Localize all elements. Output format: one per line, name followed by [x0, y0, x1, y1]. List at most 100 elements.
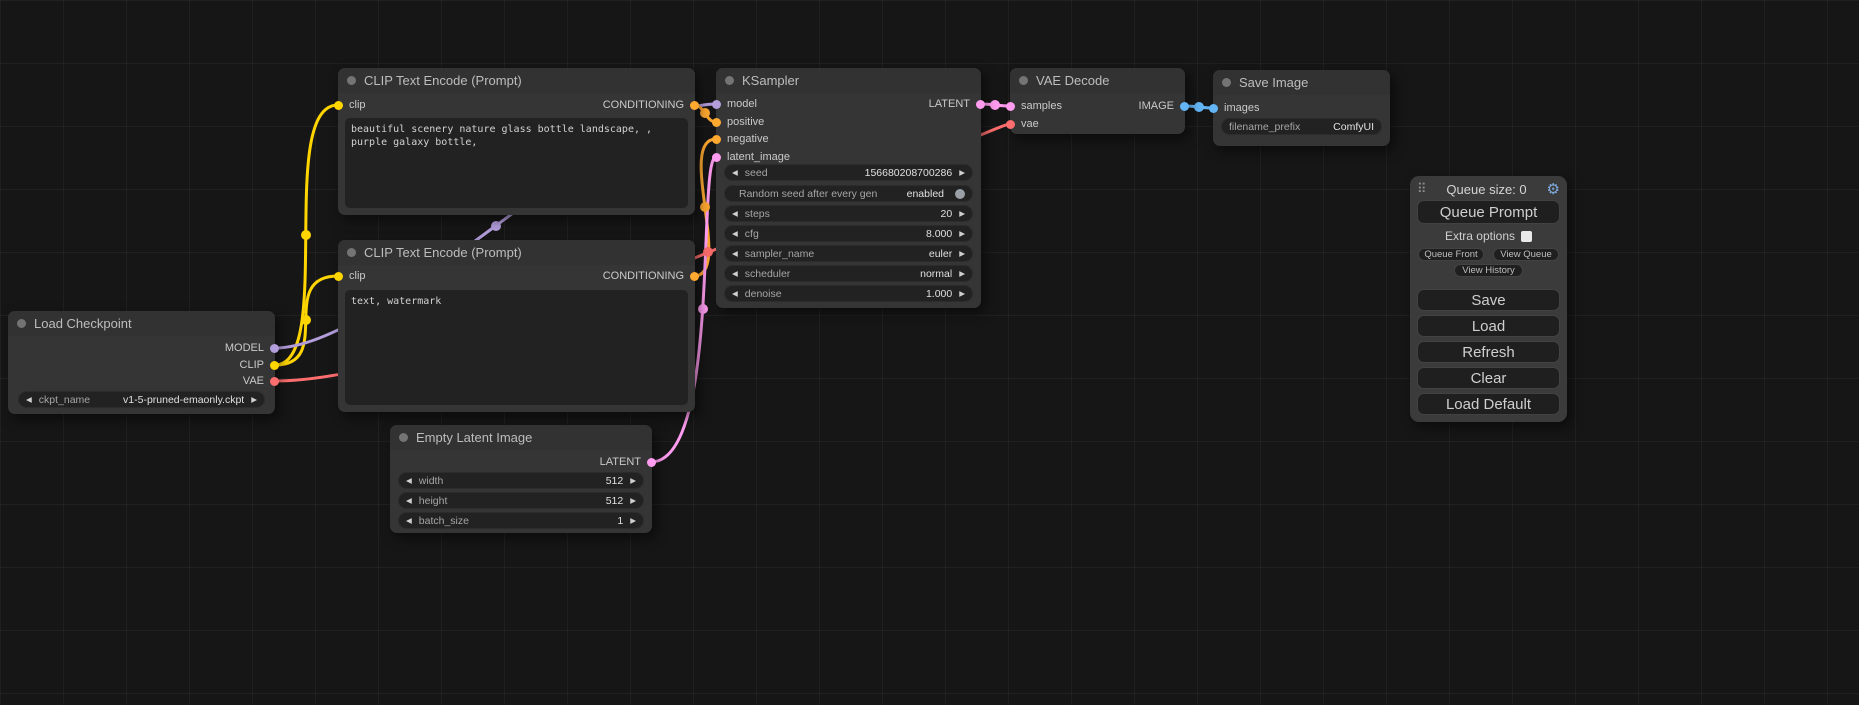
slot-dot-model[interactable] — [712, 100, 721, 109]
load-default-button[interactable]: Load Default — [1417, 393, 1560, 415]
drag-handle-icon[interactable]: ⠿ — [1417, 181, 1427, 197]
widget-cfg[interactable]: ◀ cfg 8.000 ▶ — [724, 225, 973, 242]
link-midpoint-dot — [703, 247, 713, 257]
slot-dot-image[interactable] — [1180, 102, 1189, 111]
extra-options-row: Extra options — [1410, 229, 1567, 243]
node-vae-decode[interactable]: VAE Decode samples vae IMAGE — [1010, 68, 1185, 134]
slot-dot-image[interactable] — [1209, 104, 1218, 113]
decrement-arrow-icon[interactable]: ◀ — [732, 210, 738, 218]
node-title-bar[interactable]: Save Image — [1213, 70, 1390, 95]
node-title-bar[interactable]: CLIP Text Encode (Prompt) — [338, 68, 695, 93]
widget-name: height — [419, 495, 448, 507]
increment-arrow-icon[interactable]: ▶ — [959, 290, 965, 298]
node-title-bar[interactable]: VAE Decode — [1010, 68, 1185, 93]
increment-arrow-icon[interactable]: ▶ — [630, 497, 636, 505]
slot-dot-clip[interactable] — [334, 272, 343, 281]
node-title-bar[interactable]: Load Checkpoint — [8, 311, 275, 336]
refresh-button[interactable]: Refresh — [1417, 341, 1560, 363]
output-slot-model: MODEL — [225, 341, 279, 355]
node-title-bar[interactable]: CLIP Text Encode (Prompt) — [338, 240, 695, 265]
slot-dot-vae[interactable] — [1006, 120, 1015, 129]
slot-dot-latent[interactable] — [976, 100, 985, 109]
widget-value: 1.000 — [926, 288, 952, 300]
increment-arrow-icon[interactable]: ▶ — [959, 270, 965, 278]
node-empty-latent-image[interactable]: Empty Latent Image LATENT ◀ width 512 ▶ … — [390, 425, 652, 533]
slot-dot-conditioning[interactable] — [712, 118, 721, 127]
save-button[interactable]: Save — [1417, 289, 1560, 311]
node-clip-text-encode-negative[interactable]: CLIP Text Encode (Prompt) clip CONDITION… — [338, 240, 695, 412]
slot-label: samples — [1021, 100, 1062, 112]
node-title-bar[interactable]: KSampler — [716, 68, 981, 93]
node-load-checkpoint[interactable]: Load Checkpoint MODEL CLIP VAE ◀ ckpt_na… — [8, 311, 275, 414]
widget-sampler-name[interactable]: ◀ sampler_name euler ▶ — [724, 245, 973, 262]
prompt-textarea[interactable]: text, watermark — [345, 290, 688, 405]
collapse-dot-icon[interactable] — [347, 76, 356, 85]
widget-filename-prefix[interactable]: filename_prefix ComfyUI — [1221, 118, 1382, 135]
settings-gear-icon[interactable]: ⚙ — [1547, 182, 1560, 197]
widget-name: ckpt_name — [39, 394, 90, 406]
prompt-textarea[interactable]: beautiful scenery nature glass bottle la… — [345, 118, 688, 208]
slot-dot-vae[interactable] — [270, 377, 279, 386]
increment-arrow-icon[interactable]: ▶ — [630, 477, 636, 485]
slot-dot-clip[interactable] — [270, 361, 279, 370]
widget-ckpt-name[interactable]: ◀ ckpt_name v1-5-pruned-emaonly.ckpt ▶ — [18, 391, 265, 408]
decrement-arrow-icon[interactable]: ◀ — [732, 290, 738, 298]
input-slot-latent-image: latent_image — [712, 150, 790, 164]
increment-arrow-icon[interactable]: ▶ — [251, 396, 257, 404]
decrement-arrow-icon[interactable]: ◀ — [732, 230, 738, 238]
collapse-dot-icon[interactable] — [725, 76, 734, 85]
decrement-arrow-icon[interactable]: ◀ — [26, 396, 32, 404]
extra-options-label: Extra options — [1445, 229, 1515, 243]
increment-arrow-icon[interactable]: ▶ — [959, 250, 965, 258]
widget-batch-size[interactable]: ◀ batch_size 1 ▶ — [398, 512, 644, 529]
decrement-arrow-icon[interactable]: ◀ — [406, 477, 412, 485]
widget-seed[interactable]: ◀ seed 156680208700286 ▶ — [724, 164, 973, 181]
widget-denoise[interactable]: ◀ denoise 1.000 ▶ — [724, 285, 973, 302]
view-queue-button[interactable]: View Queue — [1493, 248, 1559, 261]
increment-arrow-icon[interactable]: ▶ — [959, 169, 965, 177]
widget-random-seed[interactable]: Random seed after every gen enabled — [724, 185, 973, 202]
widget-value: normal — [920, 268, 952, 280]
increment-arrow-icon[interactable]: ▶ — [630, 517, 636, 525]
graph-canvas[interactable]: Load Checkpoint MODEL CLIP VAE ◀ ckpt_na… — [0, 0, 1859, 705]
widget-height[interactable]: ◀ height 512 ▶ — [398, 492, 644, 509]
widget-width[interactable]: ◀ width 512 ▶ — [398, 472, 644, 489]
increment-arrow-icon[interactable]: ▶ — [959, 230, 965, 238]
input-slot-clip: clip — [334, 269, 366, 283]
widget-steps[interactable]: ◀ steps 20 ▶ — [724, 205, 973, 222]
decrement-arrow-icon[interactable]: ◀ — [406, 517, 412, 525]
slot-dot-latent[interactable] — [1006, 102, 1015, 111]
slot-dot-clip[interactable] — [334, 101, 343, 110]
collapse-dot-icon[interactable] — [1019, 76, 1028, 85]
slot-dot-model[interactable] — [270, 344, 279, 353]
input-slot-clip: clip — [334, 98, 366, 112]
increment-arrow-icon[interactable]: ▶ — [959, 210, 965, 218]
collapse-dot-icon[interactable] — [1222, 78, 1231, 87]
extra-options-checkbox[interactable] — [1521, 231, 1532, 242]
node-save-image[interactable]: Save Image images filename_prefix ComfyU… — [1213, 70, 1390, 146]
slot-dot-conditioning[interactable] — [712, 135, 721, 144]
node-title-bar[interactable]: Empty Latent Image — [390, 425, 652, 450]
node-ksampler[interactable]: KSampler model positive negative latent_… — [716, 68, 981, 308]
queue-front-button[interactable]: Queue Front — [1418, 248, 1484, 261]
decrement-arrow-icon[interactable]: ◀ — [406, 497, 412, 505]
node-clip-text-encode-positive[interactable]: CLIP Text Encode (Prompt) clip CONDITION… — [338, 68, 695, 215]
decrement-arrow-icon[interactable]: ◀ — [732, 250, 738, 258]
widget-value: 8.000 — [926, 228, 952, 240]
slot-dot-latent[interactable] — [647, 458, 656, 467]
widget-scheduler[interactable]: ◀ scheduler normal ▶ — [724, 265, 973, 282]
clear-button[interactable]: Clear — [1417, 367, 1560, 389]
slot-dot-conditioning[interactable] — [690, 101, 699, 110]
comfy-menu-panel[interactable]: ⠿ Queue size: 0 ⚙ Queue Prompt Extra opt… — [1410, 176, 1567, 422]
slot-dot-conditioning[interactable] — [690, 272, 699, 281]
collapse-dot-icon[interactable] — [399, 433, 408, 442]
load-button[interactable]: Load — [1417, 315, 1560, 337]
slot-dot-latent[interactable] — [712, 153, 721, 162]
view-history-button[interactable]: View History — [1454, 264, 1523, 277]
toggle-knob[interactable] — [955, 189, 965, 199]
decrement-arrow-icon[interactable]: ◀ — [732, 169, 738, 177]
collapse-dot-icon[interactable] — [347, 248, 356, 257]
collapse-dot-icon[interactable] — [17, 319, 26, 328]
decrement-arrow-icon[interactable]: ◀ — [732, 270, 738, 278]
queue-prompt-button[interactable]: Queue Prompt — [1417, 200, 1560, 224]
